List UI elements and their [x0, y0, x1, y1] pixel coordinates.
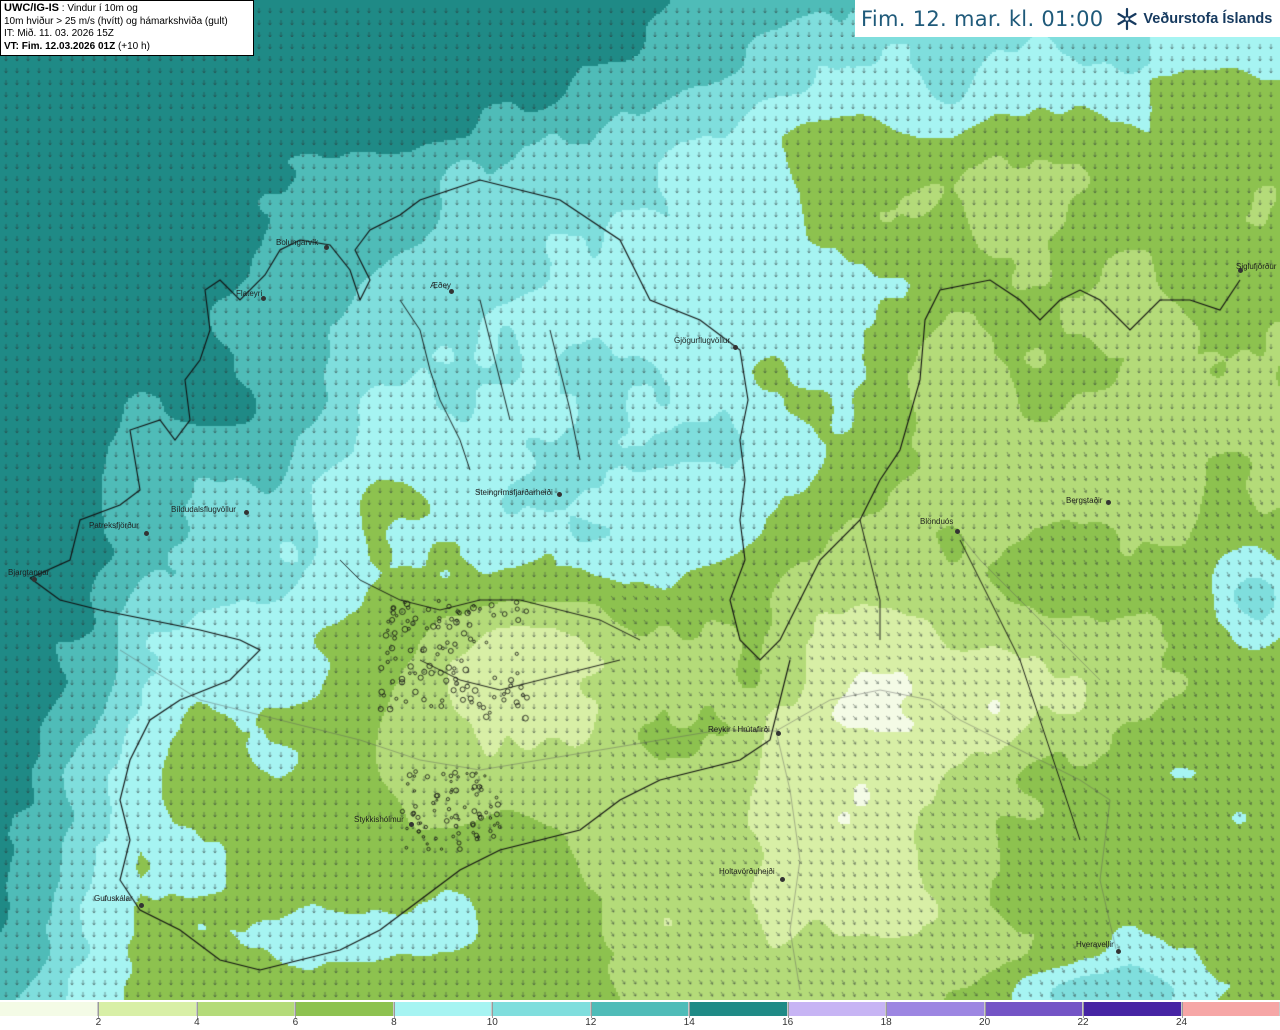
- colorbar-segment: [196, 1002, 296, 1016]
- colorbar-tick: [590, 1002, 592, 1018]
- brand-logo[interactable]: Veðurstofa Íslands: [1115, 7, 1272, 31]
- place-label: Stykkishólmur: [354, 815, 404, 824]
- colorbar-segment: [0, 1002, 99, 1016]
- place-label: Patreksfjörður: [89, 521, 139, 530]
- place-marker: [776, 731, 781, 736]
- title-bar: Fim. 12. mar. kl. 01:00 Veðurstofa Íslan…: [855, 0, 1280, 37]
- colorbar-label: 12: [585, 1017, 597, 1028]
- model-info-box: UWC/IG-IS : Vindur í 10m og 10m hviður >…: [0, 0, 254, 56]
- colorbar-label: 14: [683, 1017, 695, 1028]
- snowflake-logo-icon: [1117, 7, 1138, 30]
- colorbar-segment: [295, 1002, 394, 1016]
- place-marker: [780, 877, 785, 882]
- initial-time: IT: Mið. 11. 03. 2026 15Z: [4, 28, 114, 39]
- place-marker: [324, 245, 329, 250]
- place-label: Bíldudalsflugvöllur: [171, 505, 236, 514]
- colorbar-segment: [1083, 1002, 1182, 1016]
- place-marker: [1116, 949, 1121, 954]
- colorbar-label: 6: [292, 1017, 299, 1028]
- colorbar-label: 16: [782, 1017, 794, 1028]
- place-label: Bjargtangar: [8, 568, 50, 577]
- colorbar-segment: [393, 1002, 493, 1016]
- model-name: UWC/IG-IS: [4, 2, 59, 14]
- gust-description: 10m hviður > 25 m/s (hvítt) og hámarkshv…: [4, 15, 228, 27]
- colorbar-tick: [689, 1002, 691, 1018]
- colorbar-segment: [886, 1002, 985, 1016]
- valid-time: VT: Fim. 12.03.2026 01Z: [4, 40, 116, 52]
- colorbar-tick: [787, 1002, 789, 1018]
- place-label: Siglufjörður: [1236, 262, 1277, 271]
- place-label: Holtavörðuheiði: [719, 867, 775, 876]
- colorbar-label: 18: [880, 1017, 892, 1028]
- place-label: Reykir í Hrútafirði: [708, 725, 770, 734]
- place-label: Bolungarvík: [276, 238, 319, 247]
- colorbar-segment: [984, 1002, 1084, 1016]
- colorbar-segment: [492, 1002, 591, 1016]
- wind-speed-colorbar: 2 4 6 8 10 12 14 16 18 20 22 24: [0, 1000, 1280, 1030]
- forecast-time-title: Fim. 12. mar. kl. 01:00: [861, 6, 1104, 31]
- colorbar-segment: [98, 1002, 197, 1016]
- place-label: Æðey: [430, 281, 451, 290]
- colorbar-segment: [689, 1002, 788, 1016]
- place-label: Gjögurflugvöllur: [674, 336, 731, 345]
- colorbar-tick: [196, 1002, 198, 1018]
- brand-name: Veðurstofa Íslands: [1143, 10, 1273, 27]
- colorbar-segment: [787, 1002, 887, 1016]
- colorbar-tick: [98, 1002, 100, 1018]
- colorbar-tick: [393, 1002, 395, 1018]
- colorbar-tick: [984, 1002, 986, 1018]
- place-marker: [32, 577, 37, 582]
- place-marker: [955, 529, 960, 534]
- place-marker: [409, 822, 414, 827]
- colorbar-label: 24: [1175, 1017, 1188, 1028]
- colorbar-label: 8: [391, 1017, 397, 1028]
- colorbar-segment: [590, 1002, 690, 1016]
- colorbar-label: 2: [95, 1017, 102, 1028]
- colorbar-label: 20: [979, 1017, 991, 1028]
- place-marker: [144, 531, 149, 536]
- colorbar-segment: [1181, 1002, 1280, 1016]
- colorbar-tick: [295, 1002, 297, 1018]
- colorbar-tick: [1083, 1002, 1085, 1018]
- place-marker: [1106, 500, 1111, 505]
- model-description: : Vindur í 10m og: [59, 3, 138, 14]
- colorbar-tick: [1181, 1002, 1183, 1018]
- place-label: Hveravellir: [1076, 940, 1114, 949]
- forecast-hours: (+10 h): [115, 40, 150, 52]
- place-marker: [244, 510, 249, 515]
- colorbar-label: 4: [194, 1017, 200, 1028]
- place-marker: [139, 903, 144, 908]
- colorbar-tick: [492, 1002, 494, 1018]
- place-label: Steingrímsfjarðarheiði: [475, 488, 553, 497]
- place-marker: [733, 345, 738, 350]
- place-label: Flateyri: [236, 289, 263, 298]
- place-label: Bergstaðir: [1066, 496, 1103, 505]
- colorbar-label: 10: [486, 1017, 498, 1028]
- place-label: Gufuskálar: [94, 894, 133, 903]
- colorbar-label: 22: [1077, 1017, 1089, 1028]
- place-marker: [557, 492, 562, 497]
- place-label: Blönduós: [920, 517, 954, 526]
- colorbar-tick: [886, 1002, 888, 1018]
